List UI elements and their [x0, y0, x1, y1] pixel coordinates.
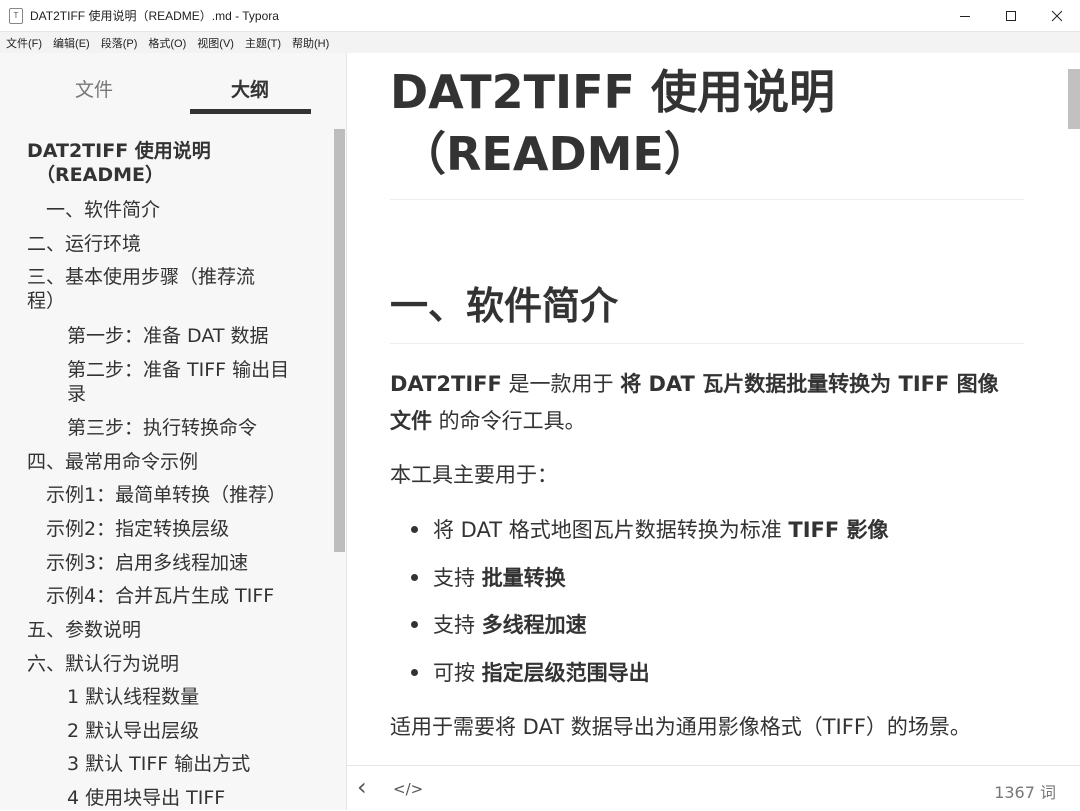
list-item-text: 可按 — [433, 661, 482, 685]
outline-item[interactable]: 4 使用块导出 TIFF — [67, 786, 225, 810]
intro-bold-name: DAT2TIFF — [390, 372, 502, 396]
menu-theme[interactable]: 主题(T) — [239, 35, 286, 51]
outline-item[interactable]: 第三步：执行转换命令 — [67, 416, 257, 440]
editor-pane[interactable]: DAT2TIFF 使用说明 （README） 一、软件简介 DAT2TIFF 是… — [347, 53, 1080, 764]
close-button[interactable] — [1034, 0, 1080, 31]
source-mode-button[interactable]: </> — [393, 778, 423, 799]
maximize-button[interactable] — [988, 0, 1034, 31]
outline-item[interactable]: 第一步：准备 DAT 数据 — [67, 324, 269, 348]
outline-item[interactable]: 一、软件简介 — [46, 198, 160, 222]
intro-text: 是一款用于 — [501, 372, 621, 396]
outline-item[interactable]: 四、最常用命令示例 — [27, 450, 198, 474]
typora-app-icon: T — [9, 8, 23, 24]
outline-item[interactable]: 五、参数说明 — [27, 618, 141, 642]
menu-view[interactable]: 视图(V) — [191, 35, 239, 51]
heading-line-2: （README） — [400, 127, 710, 181]
outline-item-cont[interactable]: 录 — [67, 382, 86, 406]
bullet-icon — [411, 574, 418, 581]
closing-paragraph: 适用于需要将 DAT 数据导出为通用影像格式（TIFF）的场景。 — [390, 715, 971, 739]
outline-item[interactable]: 六、默认行为说明 — [27, 652, 179, 676]
menu-help[interactable]: 帮助(H) — [286, 35, 334, 51]
list-item-bold: 批量转换 — [481, 566, 566, 590]
outline-item[interactable]: 三、基本使用步骤（推荐流 — [27, 265, 255, 289]
menu-bar: 文件(F) 编辑(E) 段落(P) 格式(O) 视图(V) 主题(T) 帮助(H… — [0, 32, 1080, 53]
intro-paragraph: DAT2TIFF 是一款用于 将 DAT 瓦片数据批量转换为 TIFF 图像文件… — [390, 366, 1024, 440]
source-code-icon: </> — [393, 780, 424, 798]
outline-item[interactable]: 二、运行环境 — [27, 232, 141, 256]
heading-divider — [390, 199, 1024, 200]
outline-item[interactable]: 示例3：启用多线程加速 — [46, 551, 248, 575]
menu-edit[interactable]: 编辑(E) — [47, 35, 95, 51]
menu-format[interactable]: 格式(O) — [142, 35, 191, 51]
editor-scrollbar-thumb[interactable] — [1068, 69, 1080, 129]
bullet-icon — [411, 669, 418, 676]
window-title: DAT2TIFF 使用说明（README）.md - Typora — [30, 9, 279, 23]
toggle-sidebar-button[interactable]: ‹ — [357, 775, 367, 800]
section-heading: 一、软件简介 — [390, 284, 619, 328]
chevron-left-icon: ‹ — [357, 773, 367, 801]
minimize-icon — [960, 15, 970, 17]
bullet-icon — [411, 526, 418, 533]
list-item-bold: 指定层级范围导出 — [481, 661, 650, 685]
outline-item[interactable]: 第二步：准备 TIFF 输出目 — [67, 358, 289, 382]
sidebar-scrollbar-thumb[interactable] — [334, 129, 345, 552]
tab-files[interactable]: 文件 — [75, 75, 113, 102]
bullet-icon — [411, 621, 418, 628]
list-item-text: 支持 — [433, 566, 482, 590]
section-divider — [390, 343, 1024, 344]
outline-item[interactable]: 示例1：最简单转换（推荐） — [46, 483, 286, 507]
list-item-text: 支持 — [433, 613, 482, 637]
list-item-bold: TIFF 影像 — [788, 518, 889, 542]
outline-item[interactable]: 1 默认线程数量 — [67, 685, 199, 709]
intro-bold-desc: 将 DAT 瓦片数据批量转换为 TIFF 图像 — [620, 372, 999, 396]
heading-line-1: DAT2TIFF 使用说明 — [390, 65, 835, 119]
document-heading: DAT2TIFF 使用说明 （README） — [390, 61, 1030, 185]
intro-text-end: 的命令行工具。 — [432, 409, 586, 433]
list-item-bold: 多线程加速 — [481, 613, 587, 637]
sidebar: 文件 大纲 DAT2TIFF 使用说明 （README） 一、软件简介 二、运行… — [0, 53, 347, 810]
close-icon — [1051, 10, 1063, 21]
title-bar: T DAT2TIFF 使用说明（README）.md - Typora — [0, 0, 1080, 32]
usage-intro: 本工具主要用于： — [390, 463, 558, 487]
intro-bold-file: 文件 — [390, 409, 432, 433]
outline-item-cont[interactable]: 程） — [27, 289, 65, 313]
outline-item[interactable]: 示例4：合并瓦片生成 TIFF — [46, 584, 274, 608]
outline-item[interactable]: 示例2：指定转换层级 — [46, 517, 229, 541]
minimize-button[interactable] — [942, 0, 988, 31]
menu-paragraph[interactable]: 段落(P) — [95, 35, 143, 51]
active-tab-indicator — [190, 109, 311, 114]
outline-item[interactable]: 3 默认 TIFF 输出方式 — [67, 752, 250, 776]
list-item-text: 将 DAT 格式地图瓦片数据转换为标准 — [433, 518, 789, 542]
maximize-icon — [1006, 10, 1016, 21]
outline-item-title-cont[interactable]: （README） — [36, 163, 164, 187]
word-count[interactable]: 1367 词 — [994, 779, 1056, 803]
menu-file[interactable]: 文件(F) — [0, 35, 47, 51]
status-bar: ‹ </> 1367 词 — [347, 765, 1080, 811]
tab-outline[interactable]: 大纲 — [231, 75, 269, 102]
outline-item-title[interactable]: DAT2TIFF 使用说明 — [27, 139, 211, 163]
outline-item[interactable]: 2 默认导出层级 — [67, 719, 199, 743]
